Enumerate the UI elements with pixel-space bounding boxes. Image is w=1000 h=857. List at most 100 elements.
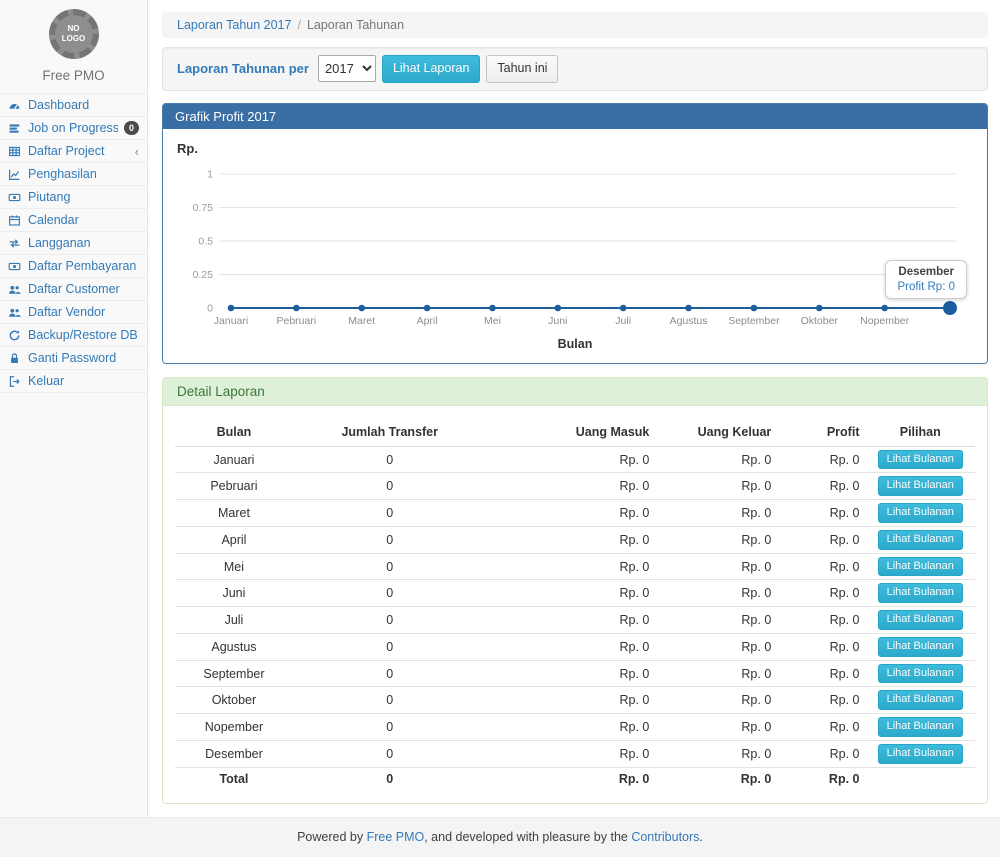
sidebar-item-langganan[interactable]: Langganan xyxy=(0,232,147,255)
year-select[interactable]: 2017 xyxy=(318,55,376,82)
table-cell: Oktober xyxy=(175,687,293,714)
table-cell: Desember xyxy=(175,740,293,767)
view-monthly-button[interactable]: Lihat Bulanan xyxy=(878,557,963,577)
sidebar-item-daftar-pembayaran[interactable]: Daftar Pembayaran xyxy=(0,255,147,278)
svg-text:0: 0 xyxy=(207,302,213,314)
table-row: Nopember0Rp. 0Rp. 0Rp. 0Lihat Bulanan xyxy=(175,714,975,741)
table-row: Juni0Rp. 0Rp. 0Rp. 0Lihat Bulanan xyxy=(175,580,975,607)
table-cell: Rp. 0 xyxy=(487,687,664,714)
view-monthly-button[interactable]: Lihat Bulanan xyxy=(878,717,963,737)
sidebar-item-daftar-project[interactable]: Daftar Project‹ xyxy=(0,140,147,163)
view-monthly-button[interactable]: Lihat Bulanan xyxy=(878,503,963,523)
app-window: NO LOGO Free PMO Dashboard Job on Progres… xyxy=(0,0,1000,817)
table-cell: Rp. 0 xyxy=(663,660,781,687)
column-header-5: Pilihan xyxy=(865,418,975,447)
sidebar-item-label: Dashboard xyxy=(28,98,139,112)
main-content: Laporan Tahun 2017/Laporan Tahunan Lapor… xyxy=(148,0,1000,817)
table-cell: Juni xyxy=(175,580,293,607)
dashboard-icon xyxy=(8,99,22,112)
view-monthly-button[interactable]: Lihat Bulanan xyxy=(878,637,963,657)
sidebar-item-daftar-customer[interactable]: Daftar Customer xyxy=(0,278,147,301)
no-logo-badge: NO LOGO xyxy=(49,9,99,59)
sidebar-item-backup-restore-db[interactable]: Backup/Restore DB xyxy=(0,324,147,347)
table-cell: Rp. 0 xyxy=(663,740,781,767)
column-header-4: Profit xyxy=(781,418,865,447)
view-monthly-button[interactable]: Lihat Bulanan xyxy=(878,583,963,603)
svg-text:1: 1 xyxy=(207,168,213,180)
view-monthly-button[interactable]: Lihat Bulanan xyxy=(878,450,963,470)
view-monthly-button[interactable]: Lihat Bulanan xyxy=(878,610,963,630)
refresh-icon xyxy=(8,329,22,342)
view-monthly-button[interactable]: Lihat Bulanan xyxy=(878,664,963,684)
sidebar: NO LOGO Free PMO Dashboard Job on Progres… xyxy=(0,0,148,817)
breadcrumb-link[interactable]: Laporan Tahun 2017 xyxy=(177,18,291,32)
table-cell: Rp. 0 xyxy=(663,500,781,527)
sidebar-item-daftar-vendor[interactable]: Daftar Vendor xyxy=(0,301,147,324)
table-action-cell: Lihat Bulanan xyxy=(865,446,975,473)
sidebar-item-dashboard[interactable]: Dashboard xyxy=(0,94,147,117)
sidebar-item-label: Penghasilan xyxy=(28,167,139,181)
table-cell: 0 xyxy=(293,660,487,687)
footer-text-middle: , and developed with pleasure by the xyxy=(424,830,631,844)
footer-contributors-link[interactable]: Contributors xyxy=(631,830,699,844)
footer-app-link[interactable]: Free PMO xyxy=(367,830,425,844)
table-row: Oktober0Rp. 0Rp. 0Rp. 0Lihat Bulanan xyxy=(175,687,975,714)
money-icon xyxy=(8,191,22,204)
chart-tooltip: Desember Profit Rp: 0 xyxy=(885,260,967,299)
total-cell: Total xyxy=(175,767,293,791)
total-row: Total0Rp. 0Rp. 0Rp. 0 xyxy=(175,767,975,791)
sidebar-item-label: Ganti Password xyxy=(28,351,139,365)
table-cell: Rp. 0 xyxy=(487,740,664,767)
total-cell: Rp. 0 xyxy=(663,767,781,791)
table-cell: Maret xyxy=(175,500,293,527)
view-monthly-button[interactable]: Lihat Bulanan xyxy=(878,690,963,710)
table-cell: 0 xyxy=(293,553,487,580)
sidebar-item-label: Daftar Customer xyxy=(28,282,139,296)
column-header-3: Uang Keluar xyxy=(663,418,781,447)
sidebar-item-piutang[interactable]: Piutang xyxy=(0,186,147,209)
view-monthly-button[interactable]: Lihat Bulanan xyxy=(878,476,963,496)
column-header-0: Bulan xyxy=(175,418,293,447)
sidebar-item-job-on-progress[interactable]: Job on Progress 0 xyxy=(0,117,147,140)
svg-text:Oktober: Oktober xyxy=(801,315,839,327)
sidebar-item-label: Keluar xyxy=(28,374,139,388)
view-report-button[interactable]: Lihat Laporan xyxy=(382,55,480,83)
sidebar-item-label: Job on Progress xyxy=(28,121,118,135)
table-action-cell: Lihat Bulanan xyxy=(865,687,975,714)
table-cell: 0 xyxy=(293,580,487,607)
total-cell: 0 xyxy=(293,767,487,791)
count-badge: 0 xyxy=(124,121,139,135)
table-cell: Mei xyxy=(175,553,293,580)
table-action-cell: Lihat Bulanan xyxy=(865,500,975,527)
table-cell: 0 xyxy=(293,500,487,527)
view-monthly-button[interactable]: Lihat Bulanan xyxy=(878,530,963,550)
svg-text:Juli: Juli xyxy=(615,315,631,327)
sidebar-item-penghasilan[interactable]: Penghasilan xyxy=(0,163,147,186)
logo-area: NO LOGO Free PMO xyxy=(0,0,147,93)
sidebar-item-calendar[interactable]: Calendar xyxy=(0,209,147,232)
line-chart-icon xyxy=(8,168,22,181)
footer: Powered by Free PMO, and developed with … xyxy=(0,817,1000,857)
view-monthly-button[interactable]: Lihat Bulanan xyxy=(878,744,963,764)
table-cell: 0 xyxy=(293,687,487,714)
logo-text: NO LOGO xyxy=(59,24,89,44)
table-cell: 0 xyxy=(293,714,487,741)
svg-text:Nopember: Nopember xyxy=(860,315,910,327)
this-year-button[interactable]: Tahun ini xyxy=(486,55,558,83)
table-cell: April xyxy=(175,526,293,553)
sidebar-item-keluar[interactable]: Keluar xyxy=(0,370,147,393)
sidebar-item-ganti-password[interactable]: Ganti Password xyxy=(0,347,147,370)
detail-table: BulanJumlah TransferUang MasukUang Kelua… xyxy=(175,418,975,792)
table-cell: Rp. 0 xyxy=(487,500,664,527)
table-action-cell: Lihat Bulanan xyxy=(865,526,975,553)
chart-panel-title: Grafik Profit 2017 xyxy=(163,104,987,129)
column-header-1: Jumlah Transfer xyxy=(293,418,487,447)
svg-text:0.5: 0.5 xyxy=(198,235,213,247)
svg-text:0.75: 0.75 xyxy=(193,202,214,214)
svg-text:Juni: Juni xyxy=(548,315,567,327)
table-cell: Rp. 0 xyxy=(781,526,865,553)
table-cell: Rp. 0 xyxy=(663,633,781,660)
detail-panel-body: BulanJumlah TransferUang MasukUang Kelua… xyxy=(163,406,987,804)
chart-y-axis-label: Rp. xyxy=(177,141,975,156)
table-cell: Rp. 0 xyxy=(781,500,865,527)
